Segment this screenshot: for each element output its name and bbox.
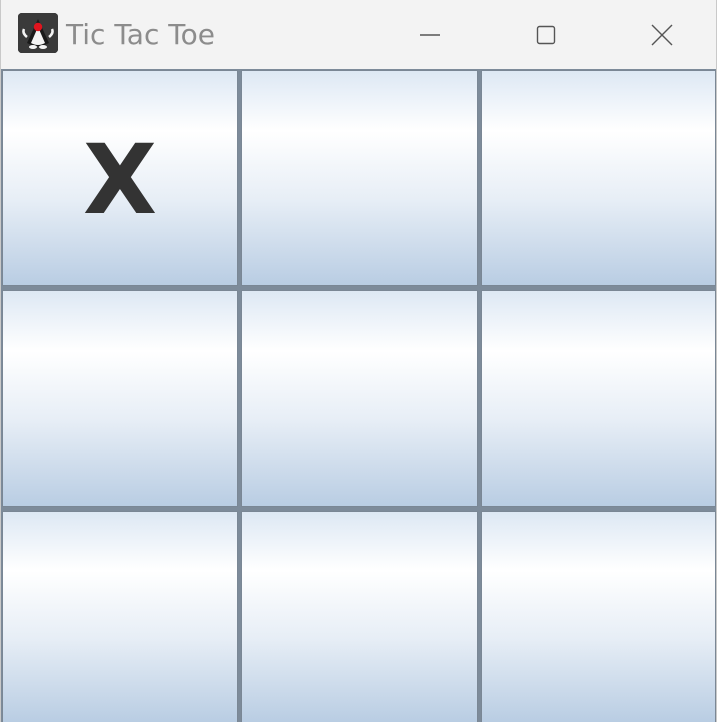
minimize-button[interactable] bbox=[372, 0, 488, 69]
board-cell-3[interactable] bbox=[481, 70, 716, 286]
game-board: X bbox=[1, 69, 716, 722]
board-cell-9[interactable] bbox=[481, 511, 716, 722]
board-cell-7[interactable] bbox=[2, 511, 238, 722]
board-cell-1[interactable]: X bbox=[2, 70, 238, 286]
app-window: Tic Tac Toe X bbox=[0, 0, 717, 722]
board-cell-8[interactable] bbox=[241, 511, 478, 722]
board-cell-5[interactable] bbox=[241, 290, 478, 507]
window-title: Tic Tac Toe bbox=[66, 18, 215, 51]
title-bar[interactable]: Tic Tac Toe bbox=[1, 0, 716, 69]
close-icon bbox=[650, 23, 674, 47]
board-cell-6[interactable] bbox=[481, 290, 716, 507]
java-duke-icon bbox=[18, 13, 58, 53]
close-button[interactable] bbox=[604, 0, 716, 69]
cell-mark: X bbox=[82, 124, 157, 236]
maximize-icon bbox=[535, 24, 557, 46]
minimize-icon bbox=[419, 24, 441, 46]
board-cell-4[interactable] bbox=[2, 290, 238, 507]
maximize-button[interactable] bbox=[488, 0, 604, 69]
board-cell-2[interactable] bbox=[241, 70, 478, 286]
